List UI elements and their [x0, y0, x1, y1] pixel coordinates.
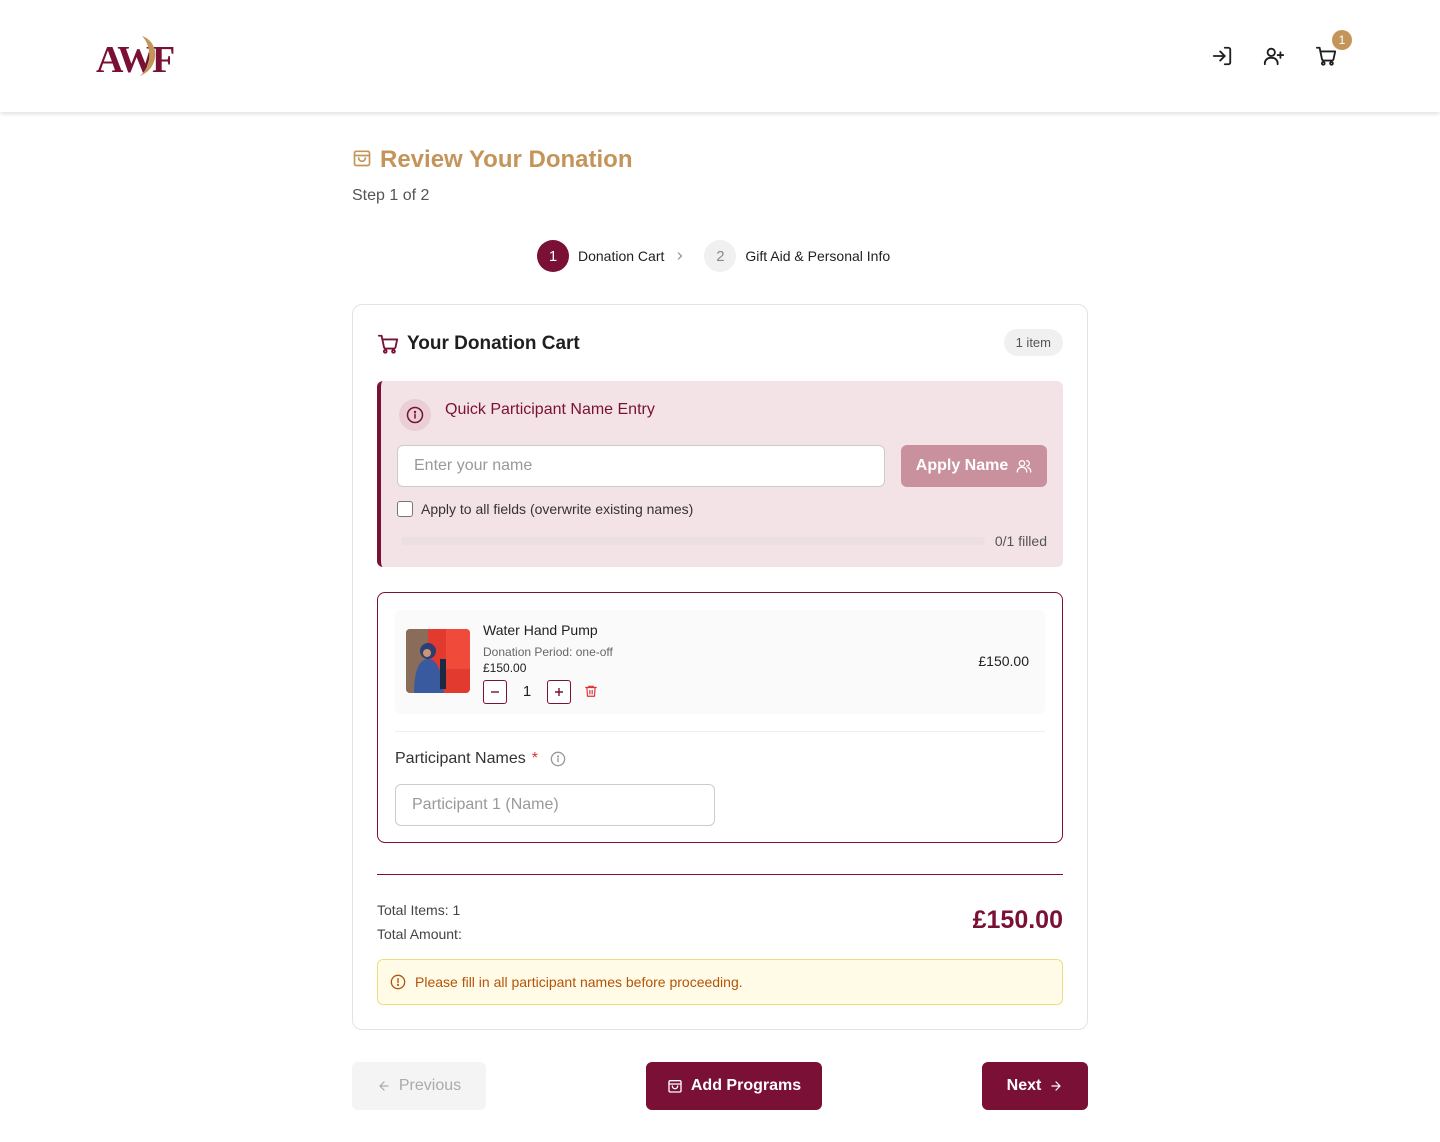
cart-title-text: Your Donation Cart: [407, 333, 580, 354]
participant-names-warning: Please fill in all participant names bef…: [377, 959, 1063, 1005]
next-button[interactable]: Next: [982, 1062, 1088, 1110]
add-programs-label: Add Programs: [690, 1077, 802, 1094]
item-line-total: £150.00: [978, 653, 1029, 669]
site-header: AW F 1: [0, 0, 1440, 112]
apply-all-option[interactable]: Apply to all fields (overwrite existing …: [397, 501, 693, 517]
item-unit-price: £150.00: [483, 661, 527, 675]
quick-entry-title: Quick Participant Name Entry: [445, 401, 655, 418]
step-indicator-text: Step 1 of 2: [352, 187, 430, 204]
participant-1-name-input[interactable]: [395, 784, 715, 826]
next-label: Next: [1006, 1077, 1042, 1094]
participant-names-text: Participant Names: [395, 750, 526, 767]
quick-name-entry-panel: Quick Participant Name Entry Apply Name …: [377, 381, 1063, 567]
svg-text:F: F: [152, 39, 175, 78]
decrease-quantity-button[interactable]: [483, 680, 507, 704]
total-items: Total Items: 1: [377, 902, 461, 918]
shopping-bag-icon: [667, 1078, 683, 1094]
water-pump-image: [406, 629, 470, 693]
step-1-label: Donation Cart: [578, 248, 665, 264]
item-count-badge: 1 item: [1003, 329, 1063, 356]
required-asterisk: *: [531, 750, 538, 767]
step-2-circle: 2: [704, 240, 737, 272]
increase-quantity-button[interactable]: [547, 680, 571, 704]
arrow-left-icon: [377, 1079, 391, 1093]
apply-all-label: Apply to all fields (overwrite existing …: [421, 501, 694, 517]
item-period: Donation Period: one-off: [483, 645, 613, 659]
cart-icon: [377, 333, 399, 355]
chevron-right-icon: [674, 250, 686, 262]
step-2-label: Gift Aid & Personal Info: [745, 248, 891, 264]
page-title: Review Your Donation: [352, 146, 632, 174]
step-1-circle: 1: [537, 240, 569, 272]
checkout-stepper: 1 Donation Cart 2 Gift Aid & Personal In…: [537, 240, 890, 272]
previous-label: Previous: [398, 1077, 462, 1094]
page-title-text: Review Your Donation: [380, 146, 633, 173]
arrow-right-icon: [1049, 1079, 1063, 1093]
previous-button[interactable]: Previous: [352, 1062, 486, 1110]
cart-title: Your Donation Cart: [377, 333, 580, 355]
cart-item-row: Water Hand Pump Donation Period: one-off…: [395, 610, 1045, 714]
register-user-icon[interactable]: [1261, 43, 1287, 69]
donation-cart-card: Your Donation Cart 1 item Quick Particip…: [352, 304, 1088, 1030]
alert-icon: [390, 974, 406, 990]
cart-count-badge: 1: [1332, 30, 1352, 50]
item-name: Water Hand Pump: [483, 622, 598, 638]
add-programs-button[interactable]: Add Programs: [646, 1062, 822, 1110]
login-icon[interactable]: [1209, 43, 1235, 69]
trash-icon[interactable]: [584, 684, 598, 703]
quantity-value: 1: [522, 683, 532, 700]
apply-name-button[interactable]: Apply Name: [901, 445, 1047, 487]
participant-names-label: Participant Names *: [395, 750, 566, 768]
info-icon[interactable]: [550, 751, 566, 767]
apply-name-label: Apply Name: [915, 457, 1009, 474]
shopping-bag-icon: [352, 148, 372, 173]
cart-item-card: Water Hand Pump Donation Period: one-off…: [377, 592, 1063, 843]
total-amount-label: Total Amount:: [377, 926, 462, 942]
awf-logo[interactable]: AW F: [96, 32, 178, 81]
total-amount: £150.00: [972, 906, 1063, 934]
quick-name-input[interactable]: [397, 445, 885, 487]
names-progress-bar: [401, 537, 985, 545]
item-divider: [395, 731, 1045, 732]
users-icon: [1016, 458, 1032, 474]
filled-count: 0/1 filled: [994, 533, 1047, 549]
warning-text: Please fill in all participant names bef…: [415, 974, 743, 990]
apply-all-checkbox[interactable]: [397, 501, 413, 517]
summary-divider: [377, 874, 1063, 875]
info-icon: [399, 399, 431, 431]
